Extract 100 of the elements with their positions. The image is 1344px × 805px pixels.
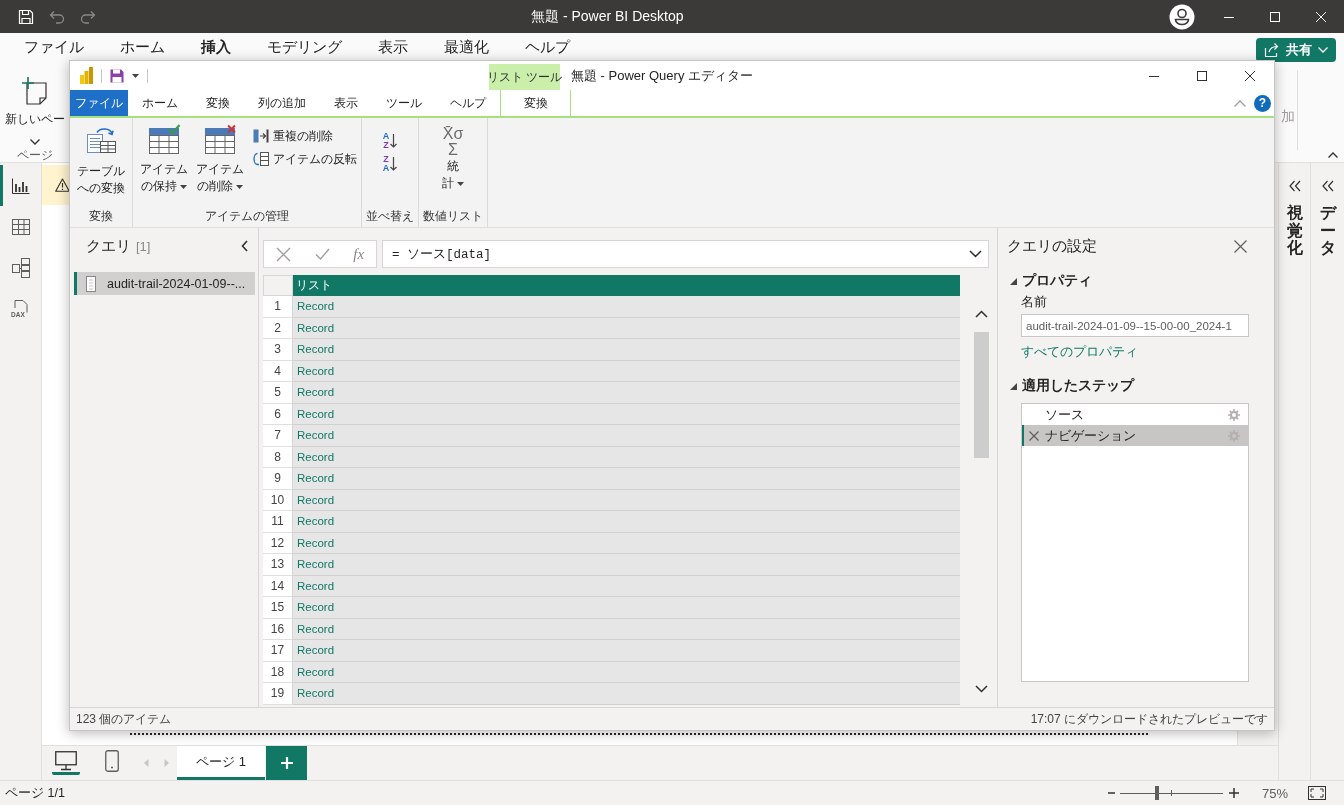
remove-duplicates-icon	[253, 128, 269, 144]
chevron-down-icon[interactable]	[974, 685, 988, 693]
formula-field[interactable]: = ソース[data]	[382, 240, 989, 268]
ribbon-tab[interactable]: ヘルプ	[436, 90, 500, 116]
sort-button[interactable]: Z A	[378, 153, 402, 174]
table-cell[interactable]: Record	[293, 296, 960, 318]
table-cell[interactable]: Record	[293, 661, 960, 683]
minus-icon[interactable]	[1107, 792, 1115, 794]
chevron-left-icon[interactable]	[241, 240, 248, 252]
ribbon-tab[interactable]: ファイル	[70, 90, 128, 116]
help-button[interactable]: ?	[1254, 94, 1271, 112]
menu-tab[interactable]: ヘルプ	[507, 33, 588, 62]
menu-tab[interactable]: モデリング	[249, 33, 360, 62]
insert-function-button[interactable]: fx	[353, 245, 365, 263]
table-cell[interactable]: Record	[293, 532, 960, 554]
save-icon[interactable]	[17, 7, 35, 26]
caret-down-icon[interactable]	[132, 73, 139, 78]
table-cell[interactable]: Record	[293, 575, 960, 597]
slider-thumb[interactable]	[1155, 786, 1160, 800]
group-label: 変換	[88, 207, 114, 225]
close-icon[interactable]	[1245, 70, 1255, 81]
ribbon-tab[interactable]: ホーム	[128, 90, 192, 116]
close-icon[interactable]	[1234, 239, 1247, 253]
query-item[interactable]: audit-trail-2024-01-09--...	[74, 272, 255, 295]
bar-chart-icon	[11, 177, 30, 194]
table-cell[interactable]: Record	[293, 618, 960, 640]
menu-tab[interactable]: ファイル	[6, 33, 102, 62]
table-cell[interactable]: Record	[293, 425, 960, 447]
table-cell[interactable]: Record	[293, 597, 960, 619]
cancel-icon[interactable]	[275, 246, 291, 262]
table-cell[interactable]: Record	[293, 554, 960, 576]
ribbon-tab[interactable]: 列の追加	[244, 90, 320, 116]
applied-step[interactable]: ナビゲーション	[1022, 425, 1248, 446]
check-icon[interactable]	[314, 248, 330, 260]
table-cell[interactable]: Record	[293, 640, 960, 662]
table-cell[interactable]: Record	[293, 403, 960, 425]
monitor-icon	[55, 750, 77, 771]
arrow-down-icon	[390, 133, 398, 148]
menu-tab[interactable]: 最適化	[426, 33, 507, 62]
row-number: 10	[263, 489, 293, 511]
all-properties-link[interactable]: すべてのプロパティ	[1021, 343, 1138, 360]
name-field[interactable]: audit-trail-2024-01-09--15-00-00_2024-1	[1021, 314, 1249, 337]
plus-icon[interactable]	[1228, 788, 1239, 798]
pane-title[interactable]: データ	[1319, 204, 1336, 257]
maximize-icon[interactable]	[1197, 70, 1207, 81]
row-number: 2	[263, 317, 293, 339]
save-icon[interactable]	[110, 68, 124, 83]
chevron-down-icon[interactable]	[969, 250, 982, 258]
fit-to-page-icon[interactable]	[1308, 786, 1326, 800]
delete-icon[interactable]	[1029, 430, 1039, 441]
ribbon-button[interactable]: アイテムの保持	[137, 124, 191, 195]
table-cell[interactable]: Record	[293, 339, 960, 361]
ribbon-button[interactable]: テーブルへの変換	[74, 124, 128, 197]
ribbon-button[interactable]: アイテムの削除	[193, 124, 247, 195]
ribbon-tab[interactable]: 表示	[320, 90, 372, 116]
ribbon-button[interactable]: アイテムの反転	[253, 149, 357, 169]
new-page-button[interactable]: 新しいペー	[4, 76, 65, 145]
share-button[interactable]: 共有	[1256, 38, 1336, 62]
menu-tab[interactable]: ホーム	[102, 33, 183, 62]
table-cell[interactable]: Record	[293, 446, 960, 468]
chevron-up-icon[interactable]	[974, 310, 988, 318]
table-cell[interactable]: Record	[293, 317, 960, 339]
statistics-button[interactable]: X̄σ Σ 統計	[437, 124, 469, 192]
menu-tab[interactable]: 表示	[360, 33, 426, 62]
column-header[interactable]: リスト	[293, 275, 960, 296]
row-number: 18	[263, 661, 293, 683]
table-cell[interactable]: Record	[293, 360, 960, 382]
phone-icon	[105, 749, 119, 772]
double-chevron-left-icon[interactable]	[1321, 180, 1334, 192]
chevron-up-icon[interactable]	[1328, 152, 1338, 158]
window-title: 無題 - Power Query エディター	[571, 66, 754, 85]
group-label: 数値リスト	[422, 207, 484, 225]
section-heading[interactable]: プロパティ	[998, 271, 1274, 291]
page-indicator: ページ 1/1	[5, 784, 65, 802]
table-cell[interactable]: Record	[293, 382, 960, 404]
row-number: 16	[263, 618, 293, 640]
page-tab[interactable]: ページ 1	[177, 746, 265, 780]
list-icon	[86, 275, 96, 292]
add-page-button[interactable]	[266, 746, 307, 780]
section-heading[interactable]: 適用したステップ	[998, 376, 1274, 396]
row-number: 8	[263, 446, 293, 468]
query-count: [1]	[136, 238, 151, 254]
table-cell[interactable]: Record	[293, 489, 960, 511]
ribbon-tab[interactable]: 変換	[192, 90, 244, 116]
row-number: 19	[263, 683, 293, 705]
scrollbar-thumb[interactable]	[973, 332, 989, 458]
ribbon-tab[interactable]: 変換	[500, 90, 571, 116]
user-avatar-icon[interactable]	[1169, 3, 1195, 30]
table-cell[interactable]: Record	[293, 683, 960, 705]
ribbon-tab[interactable]: ツール	[372, 90, 436, 116]
pane-title[interactable]: 視覚化	[1286, 204, 1303, 257]
ribbon-button[interactable]: 重複の削除	[253, 126, 357, 146]
row-number: 9	[263, 468, 293, 490]
table-cell[interactable]: Record	[293, 511, 960, 533]
menu-tab[interactable]: 挿入	[183, 33, 249, 62]
applied-step[interactable]: ソース	[1022, 404, 1248, 425]
tick-mark-icon	[1171, 790, 1173, 796]
sort-button[interactable]: A Z	[378, 130, 402, 151]
double-chevron-left-icon[interactable]	[1288, 180, 1301, 192]
table-cell[interactable]: Record	[293, 468, 960, 490]
